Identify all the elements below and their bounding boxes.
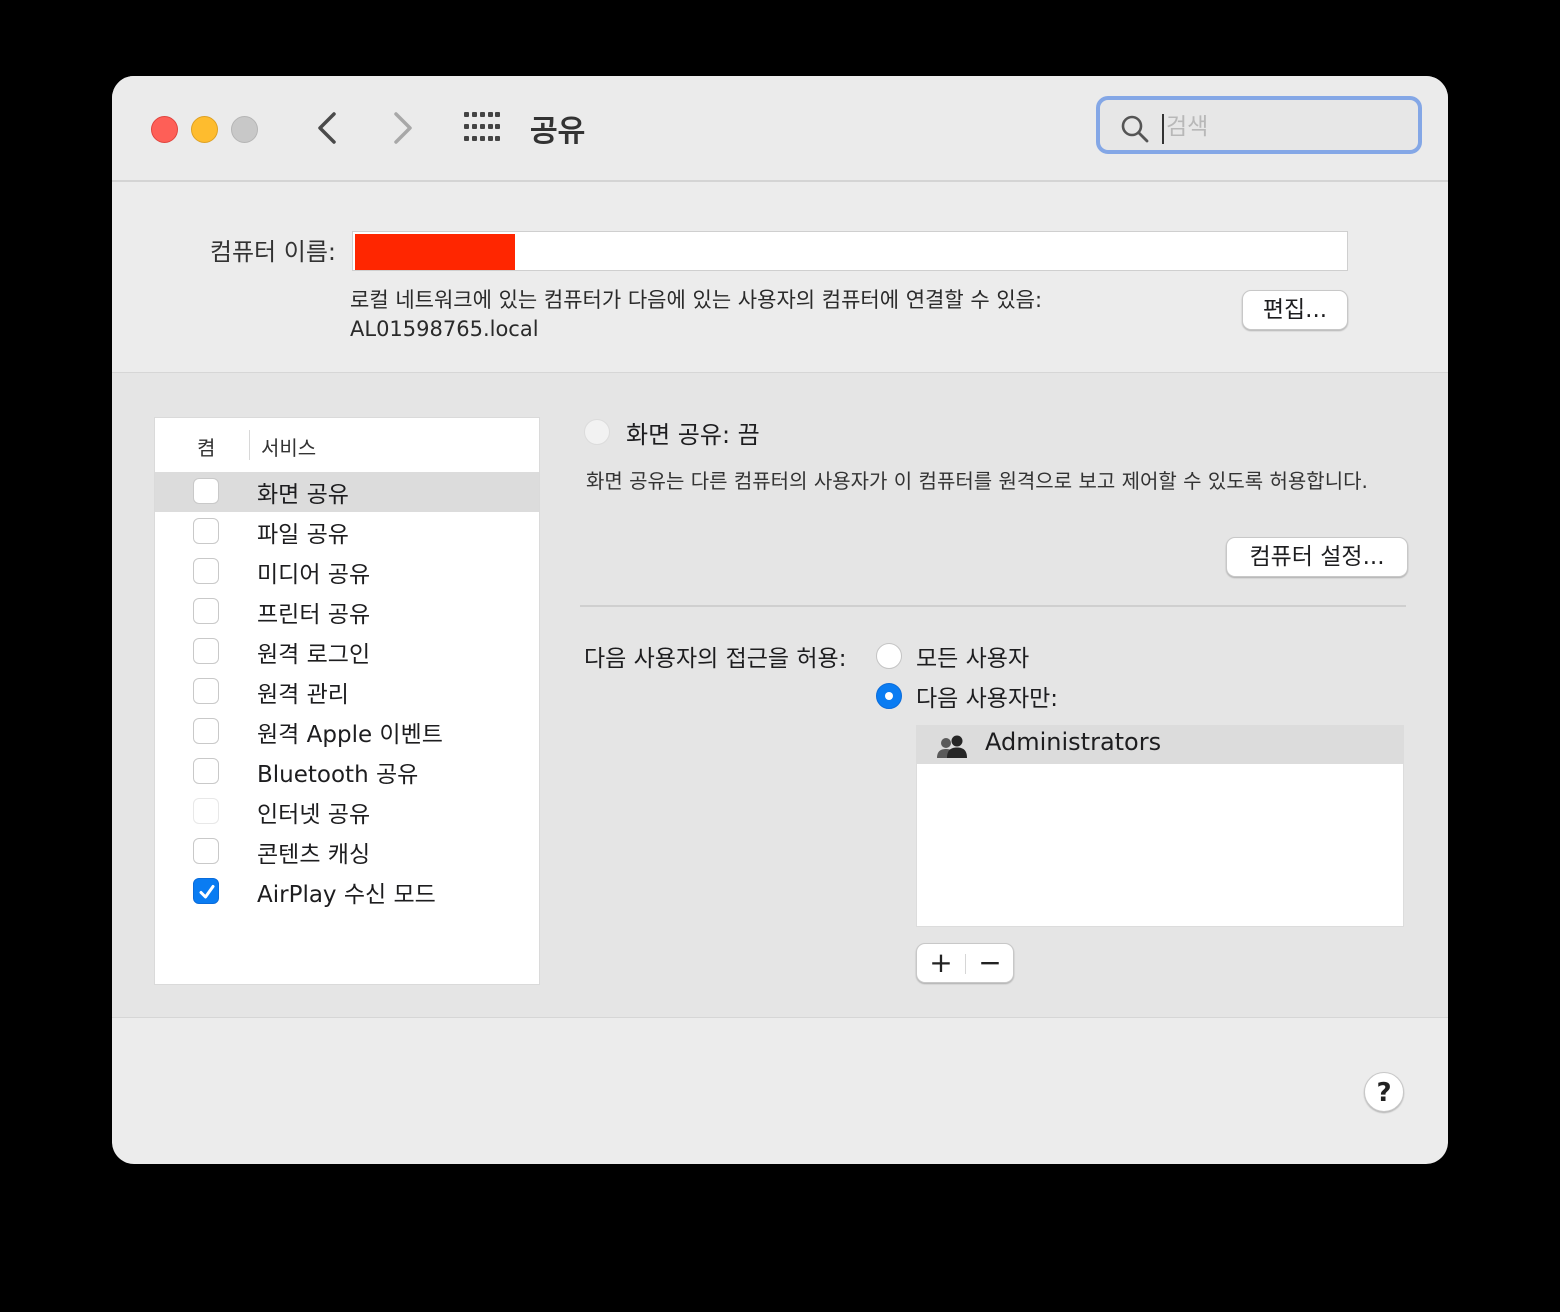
computer-name-field[interactable]: [352, 231, 1348, 271]
section-divider: [580, 605, 1406, 607]
group-icon: [937, 735, 967, 758]
all-users-label[interactable]: 모든 사용자: [916, 639, 1029, 673]
edit-button[interactable]: 편집...: [1242, 290, 1348, 330]
all-users-radio[interactable]: [876, 643, 902, 669]
access-label: 다음 사용자의 접근을 허용:: [584, 646, 847, 672]
remove-user-button[interactable]: −: [966, 944, 1014, 982]
service-row-remote-apple-events[interactable]: 원격 Apple 이벤트: [155, 712, 539, 752]
back-chevron-icon: [318, 112, 336, 144]
screen-sharing-status-indicator: [584, 419, 610, 445]
service-row-screen-sharing[interactable]: 화면 공유: [155, 472, 539, 512]
service-row-internet-sharing[interactable]: 인터넷 공유: [155, 792, 539, 832]
service-checkbox[interactable]: [193, 758, 219, 784]
local-hostname: AL01598765.local: [350, 317, 539, 341]
column-header-on[interactable]: 켬: [197, 432, 215, 461]
service-row-content-caching[interactable]: 콘텐츠 캐싱: [155, 832, 539, 872]
service-checkbox[interactable]: [193, 838, 219, 864]
checkmark-icon: [199, 885, 215, 899]
sharing-panel: 켬 서비스 화면 공유 파일 공유 미디어 공유 프린터 공유 원격 로그인 원…: [112, 372, 1448, 1018]
allowed-users-list: Administrators: [916, 725, 1404, 927]
service-label: 인터넷 공유: [257, 802, 371, 828]
show-all-button[interactable]: [464, 112, 500, 142]
service-list: 켬 서비스 화면 공유 파일 공유 미디어 공유 프린터 공유 원격 로그인 원…: [154, 417, 540, 985]
service-row-file-sharing[interactable]: 파일 공유: [155, 512, 539, 552]
search-input[interactable]: [1166, 110, 1396, 144]
column-header-service[interactable]: 서비스: [261, 432, 316, 461]
service-label: 미디어 공유: [257, 562, 371, 588]
service-checkbox[interactable]: [193, 638, 219, 664]
service-row-printer-sharing[interactable]: 프린터 공유: [155, 592, 539, 632]
service-label: 원격 로그인: [257, 642, 371, 668]
service-checkbox[interactable]: [193, 678, 219, 704]
service-label: 원격 관리: [257, 682, 349, 708]
service-checkbox[interactable]: [193, 718, 219, 744]
service-checkbox[interactable]: [193, 478, 219, 504]
only-these-users-radio[interactable]: [876, 683, 902, 709]
search-box[interactable]: [1096, 96, 1422, 154]
add-user-button[interactable]: +: [917, 944, 965, 982]
computer-name-label: 컴퓨터 이름:: [209, 238, 336, 266]
service-list-header: 켬 서비스: [155, 418, 539, 473]
service-label: AirPlay 수신 모드: [257, 882, 436, 908]
forward-button[interactable]: [384, 106, 420, 150]
title-bar: 공유: [112, 76, 1448, 182]
forward-chevron-icon: [394, 112, 412, 144]
service-row-media-sharing[interactable]: 미디어 공유: [155, 552, 539, 592]
service-checkbox[interactable]: [193, 598, 219, 624]
service-checkbox[interactable]: [193, 558, 219, 584]
local-hostname-description: 로컬 네트워크에 있는 컴퓨터가 다음에 있는 사용자의 컴퓨터에 연결할 수 …: [350, 288, 1043, 312]
close-button[interactable]: [151, 116, 178, 143]
service-label: 원격 Apple 이벤트: [257, 722, 443, 748]
service-label: 화면 공유: [257, 482, 349, 508]
redacted-computer-name: [355, 234, 515, 270]
service-row-airplay-receiver[interactable]: AirPlay 수신 모드: [155, 872, 539, 912]
service-label: 콘텐츠 캐싱: [257, 842, 371, 868]
user-name: Administrators: [985, 728, 1162, 756]
service-label: 프린터 공유: [257, 602, 371, 628]
grid-icon: [464, 112, 500, 141]
preferences-window: 공유 컴퓨터 이름: 로컬 네트워크에 있는 컴퓨터가 다음에 있는 사용자의 …: [112, 76, 1448, 1164]
service-row-remote-management[interactable]: 원격 관리: [155, 672, 539, 712]
window-title: 공유: [530, 114, 586, 149]
search-icon: [1121, 115, 1149, 143]
user-row-administrators[interactable]: Administrators: [917, 726, 1403, 764]
add-remove-control: + −: [916, 943, 1014, 983]
text-caret: [1162, 114, 1164, 144]
minimize-button[interactable]: [191, 116, 218, 143]
service-row-bluetooth-sharing[interactable]: Bluetooth 공유: [155, 752, 539, 792]
help-button[interactable]: ?: [1364, 1072, 1404, 1112]
back-button[interactable]: [310, 106, 346, 150]
service-label: 파일 공유: [257, 522, 349, 548]
computer-settings-button[interactable]: 컴퓨터 설정...: [1226, 537, 1408, 577]
service-checkbox[interactable]: [193, 798, 219, 824]
service-checkbox[interactable]: [193, 878, 219, 904]
service-description: 화면 공유는 다른 컴퓨터의 사용자가 이 컴퓨터를 원격으로 보고 제어할 수…: [586, 469, 1368, 493]
column-divider: [249, 430, 250, 460]
service-status-title: 화면 공유: 끔: [626, 421, 760, 449]
service-label: Bluetooth 공유: [257, 762, 419, 788]
zoom-button[interactable]: [231, 116, 258, 143]
only-these-users-label[interactable]: 다음 사용자만:: [916, 679, 1058, 713]
service-checkbox[interactable]: [193, 518, 219, 544]
service-row-remote-login[interactable]: 원격 로그인: [155, 632, 539, 672]
local-hostname-info: 로컬 네트워크에 있는 컴퓨터가 다음에 있는 사용자의 컴퓨터에 연결할 수 …: [350, 286, 1042, 344]
